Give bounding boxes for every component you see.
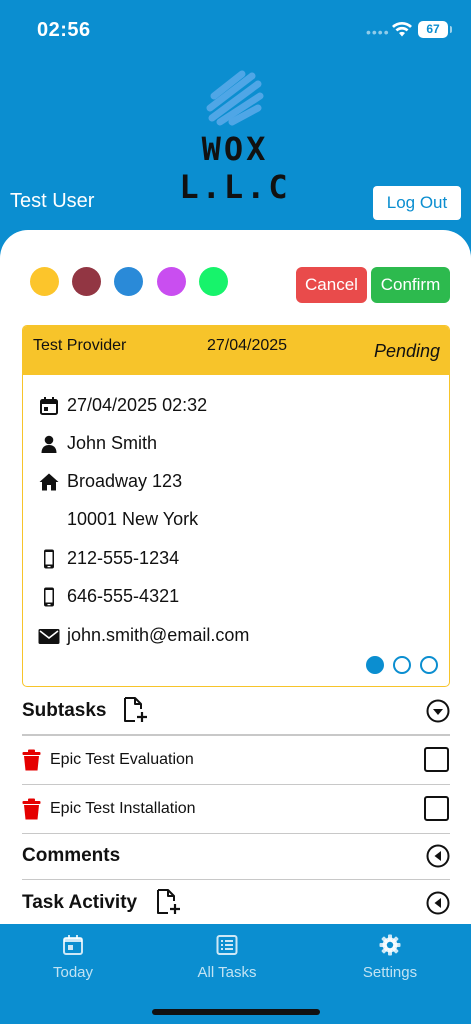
- card-page-dot-3[interactable]: [420, 656, 438, 674]
- nav-item-settings[interactable]: Settings: [330, 934, 450, 981]
- task-date: 27/04/2025: [207, 337, 288, 354]
- company-logo: WOX L.L.C: [150, 66, 320, 206]
- subtasks-section-header[interactable]: Subtasks: [22, 689, 450, 733]
- list-icon: [216, 935, 238, 955]
- task-provider: Test Provider: [33, 337, 127, 354]
- gear-icon: [379, 934, 401, 956]
- subtask-label: Epic Test Evaluation: [50, 751, 194, 768]
- activity-section-header[interactable]: Task Activity: [22, 881, 450, 924]
- phone-row-2[interactable]: 646-555-4321: [23, 582, 449, 612]
- task-detail-sheet: Cancel Confirm Test Provider 27/04/2025 …: [0, 230, 471, 924]
- customer-name: John Smith: [67, 433, 158, 453]
- comments-section-header[interactable]: Comments: [22, 834, 450, 878]
- divider: [22, 879, 450, 880]
- calendar-icon: [63, 935, 83, 955]
- address-row-2: 10001 New York: [23, 505, 449, 535]
- comments-title: Comments: [22, 845, 121, 866]
- task-card[interactable]: Test Provider 27/04/2025 Pending 27/04/2…: [22, 325, 450, 687]
- battery-icon: 67: [418, 21, 452, 38]
- trash-icon[interactable]: [22, 749, 41, 771]
- signal-icon: ••••: [366, 24, 390, 40]
- task-datetime-row: 27/04/2025 02:32: [23, 391, 449, 421]
- color-option-purple[interactable]: [157, 267, 186, 296]
- subtask-checkbox[interactable]: [424, 796, 449, 821]
- person-icon: [41, 435, 57, 453]
- color-option-yellow[interactable]: [30, 267, 59, 296]
- email-row[interactable]: john.smith@email.com: [23, 621, 449, 651]
- subtask-label: Epic Test Installation: [50, 800, 196, 817]
- phone-icon: [44, 549, 54, 569]
- nav-label: All Tasks: [197, 964, 257, 981]
- color-option-blue[interactable]: [114, 267, 143, 296]
- nav-item-all-tasks[interactable]: All Tasks: [167, 934, 287, 981]
- card-page-dot-2[interactable]: [393, 656, 411, 674]
- expanded-toggle-icon[interactable]: [426, 699, 450, 723]
- wifi-icon: [392, 22, 412, 37]
- add-file-icon[interactable]: [155, 888, 181, 916]
- subtask-checkbox[interactable]: [424, 747, 449, 772]
- cancel-button[interactable]: Cancel: [296, 267, 367, 303]
- status-bar: 02:56 •••• 67: [0, 0, 471, 60]
- color-option-maroon[interactable]: [72, 267, 101, 296]
- phone-number-2[interactable]: 646-555-4321: [67, 586, 179, 607]
- envelope-icon: [38, 629, 60, 644]
- logo-scribble-icon: [206, 70, 264, 126]
- user-name: Test User: [10, 190, 95, 212]
- home-indicator[interactable]: [152, 1009, 320, 1015]
- subtask-row[interactable]: Epic Test Installation: [22, 785, 450, 833]
- status-time: 02:56: [37, 19, 91, 41]
- address-row: Broadway 123: [23, 467, 449, 497]
- task-card-header: Test Provider 27/04/2025 Pending: [23, 326, 449, 375]
- task-status: Pending: [373, 341, 440, 361]
- logout-button[interactable]: Log Out: [373, 186, 461, 220]
- subtasks-title: Subtasks: [22, 700, 107, 721]
- home-icon: [39, 473, 59, 491]
- nav-label: Today: [52, 964, 94, 981]
- nav-item-today[interactable]: Today: [13, 934, 133, 981]
- email[interactable]: john.smith@email.com: [67, 625, 249, 646]
- logo-text: WOX L.L.C: [179, 130, 291, 206]
- phone-row-1[interactable]: 212-555-1234: [23, 544, 449, 574]
- address-line-2: 10001 New York: [67, 509, 199, 529]
- calendar-icon: [40, 397, 58, 415]
- card-page-dot-1[interactable]: [366, 656, 384, 674]
- collapsed-toggle-icon[interactable]: [426, 891, 450, 915]
- confirm-button[interactable]: Confirm: [371, 267, 450, 303]
- activity-title: Task Activity: [22, 892, 138, 913]
- subtask-row[interactable]: Epic Test Evaluation: [22, 736, 450, 784]
- collapsed-toggle-icon[interactable]: [426, 844, 450, 868]
- nav-label: Settings: [362, 964, 418, 981]
- phone-number-1[interactable]: 212-555-1234: [67, 548, 179, 569]
- add-file-icon[interactable]: [122, 696, 148, 724]
- color-option-green[interactable]: [199, 267, 228, 296]
- task-datetime: 27/04/2025 02:32: [67, 395, 208, 415]
- phone-icon: [44, 587, 54, 607]
- customer-name-row: John Smith: [23, 429, 449, 459]
- address-line-1: Broadway 123: [67, 471, 183, 491]
- trash-icon[interactable]: [22, 798, 41, 820]
